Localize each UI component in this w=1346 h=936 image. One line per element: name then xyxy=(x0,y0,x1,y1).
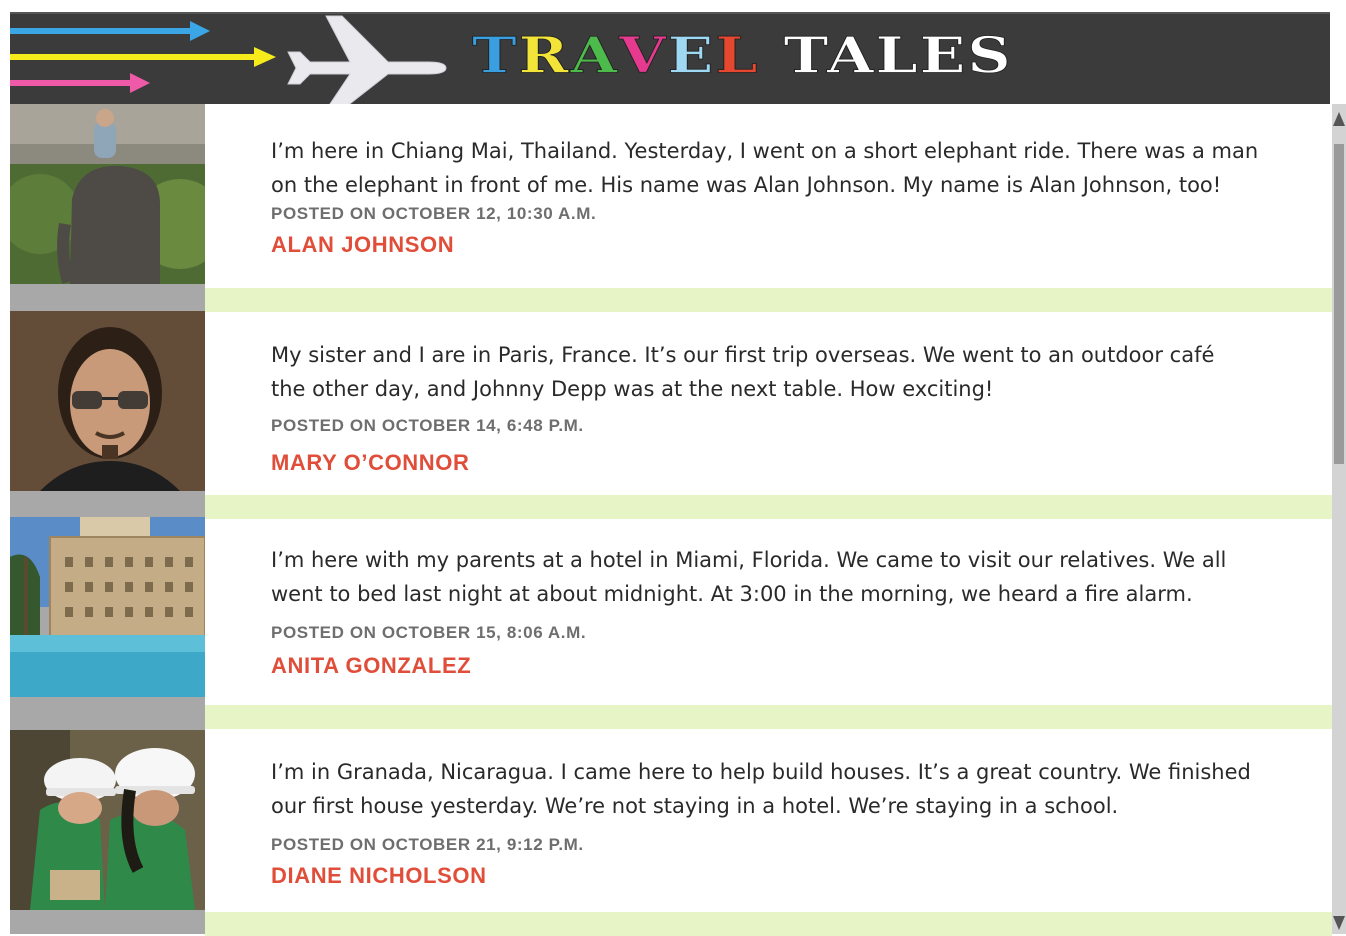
post-separator xyxy=(205,705,1332,729)
title-letter: E xyxy=(667,27,716,85)
post-item: My sister and I are in Paris, France. It… xyxy=(205,312,1332,495)
blog-page: TRAVEL TALES I’m here in Chiang Mai, Tha… xyxy=(0,0,1346,936)
vertical-scrollbar[interactable] xyxy=(1332,104,1346,934)
title-letter: A xyxy=(570,27,620,85)
title-word-tales: TALES xyxy=(783,27,1013,85)
post-body: I’m here in Chiang Mai, Thailand. Yester… xyxy=(271,134,1311,202)
post-photo-volunteers xyxy=(10,730,205,910)
post-separator xyxy=(205,912,1332,936)
post-text-line: I’m in Granada, Nicaragua. I came here t… xyxy=(271,760,1251,784)
post-item: I’m here in Chiang Mai, Thailand. Yester… xyxy=(205,104,1332,288)
post-photo-portrait xyxy=(10,311,205,491)
title-letter: L xyxy=(715,27,760,85)
post-author-link[interactable]: ANITA GONZALEZ xyxy=(271,653,471,679)
post-body: I’m in Granada, Nicaragua. I came here t… xyxy=(271,755,1311,823)
scrollbar-thumb[interactable] xyxy=(1334,144,1344,464)
post-timestamp: POSTED ON OCTOBER 14, 6:48 P.M. xyxy=(271,416,584,435)
airplane-icon xyxy=(287,15,447,106)
post-item: I’m in Granada, Nicaragua. I came here t… xyxy=(205,729,1332,912)
title-letter: V xyxy=(619,27,668,85)
post-separator xyxy=(205,495,1332,519)
post-text-line: went to bed last night at about midnight… xyxy=(271,582,1193,606)
post-body: I’m here with my parents at a hotel in M… xyxy=(271,543,1311,611)
post-timestamp: POSTED ON OCTOBER 15, 8:06 A.M. xyxy=(271,623,587,642)
header-banner: TRAVEL TALES xyxy=(10,12,1330,106)
blue-arrow-icon xyxy=(10,21,210,41)
post-item: I’m here with my parents at a hotel in M… xyxy=(205,519,1332,705)
scroll-up-arrow-icon[interactable] xyxy=(1333,112,1345,126)
post-author-link[interactable]: ALAN JOHNSON xyxy=(271,232,454,258)
post-timestamp: POSTED ON OCTOBER 21, 9:12 P.M. xyxy=(271,835,584,854)
post-text-line: My sister and I are in Paris, France. It… xyxy=(271,343,1215,367)
post-photo-elephant xyxy=(10,104,205,284)
post-author-link[interactable]: MARY O’CONNOR xyxy=(271,450,469,476)
posts-feed: I’m here in Chiang Mai, Thailand. Yester… xyxy=(205,104,1332,936)
post-photo-hotel xyxy=(10,517,205,697)
post-text-line: our first house yesterday. We’re not sta… xyxy=(271,794,1119,818)
post-body: My sister and I are in Paris, France. It… xyxy=(271,338,1311,406)
post-separator xyxy=(205,288,1332,312)
yellow-arrow-icon xyxy=(10,47,276,67)
title-letter: T xyxy=(472,27,519,85)
page-title: TRAVEL TALES xyxy=(472,27,1013,85)
post-text-line: I’m here in Chiang Mai, Thailand. Yester… xyxy=(271,139,1259,163)
title-letter: R xyxy=(518,27,571,85)
post-text-line: the other day, and Johnny Depp was at th… xyxy=(271,377,994,401)
post-author-link[interactable]: DIANE NICHOLSON xyxy=(271,863,487,889)
pink-arrow-icon xyxy=(10,73,150,93)
scroll-down-arrow-icon[interactable] xyxy=(1333,916,1345,930)
post-text-line: on the elephant in front of me. His name… xyxy=(271,173,1222,197)
post-timestamp: POSTED ON OCTOBER 12, 10:30 A.M. xyxy=(271,204,597,223)
post-text-line: I’m here with my parents at a hotel in M… xyxy=(271,548,1227,572)
